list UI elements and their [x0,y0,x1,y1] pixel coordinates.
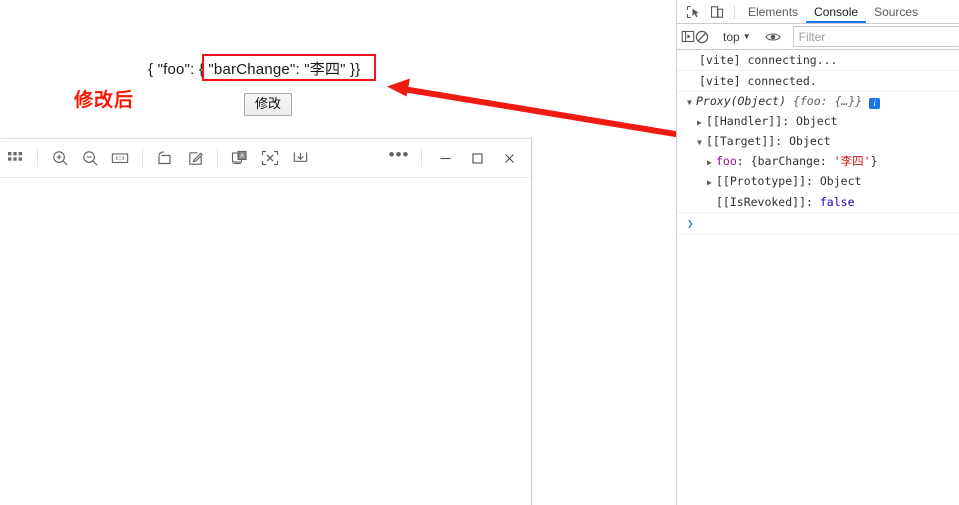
app-window: A ••• [0,138,532,505]
tree-node-value: Object [796,114,838,128]
console-filterbar: top ▼ [677,24,959,50]
json-prefix-after: { "foo": [148,61,199,78]
zoom-in-icon[interactable] [45,143,75,173]
json-highlighted-after: { "barChange": "李四" } [198,61,356,78]
disclosure-triangle-icon[interactable]: ▶ [707,156,716,170]
prompt-caret-icon: ❯ [687,217,694,230]
console-message-list: [vite] connecting... [vite] connected. ▼… [677,50,959,235]
tree-node-value: {barChange: [750,154,834,168]
zoom-out-icon[interactable] [75,143,105,173]
app-canvas-area [0,178,531,505]
console-prompt[interactable]: ❯ [677,213,959,235]
clear-console-icon[interactable] [695,26,709,48]
toolbar-separator [37,149,38,167]
console-message-text: [vite] connecting... [699,53,838,67]
tree-node-sep: : [736,154,744,168]
tree-node-value: Object [819,174,862,188]
console-message: [vite] connected. [677,71,959,92]
tree-node-value: Object [789,134,831,148]
console-tree-row[interactable]: ▶ [[Handler]]: Object [677,112,959,132]
console-sidebar-icon[interactable] [681,26,695,48]
inspect-element-icon[interactable] [681,1,705,23]
toolbar-separator [142,149,143,167]
minimize-button[interactable] [429,143,461,173]
info-icon[interactable]: i [869,98,881,109]
tree-node-label: [[Prototype]]: [716,174,813,188]
disclosure-triangle-icon[interactable]: ▼ [697,136,706,150]
actual-size-icon[interactable] [105,143,135,173]
tabbar-separator [734,4,735,19]
console-tree-row[interactable]: ▶ [[Prototype]]: Object [677,172,959,192]
live-expression-icon[interactable] [764,26,781,48]
console-message: [vite] connecting... [677,50,959,71]
translate-icon[interactable]: A [225,143,255,173]
tree-node-string-value: '李四' [833,154,871,168]
json-suffix-after: } [355,61,361,78]
tree-node-value: false [819,195,855,209]
disclosure-triangle-icon[interactable]: ▶ [707,176,716,190]
tree-node-label: [[Handler]]: [706,114,790,128]
console-message-text: [vite] connected. [699,74,817,88]
tree-node-label: [[IsRevoked]]: [716,195,813,209]
devtools-tabbar: Elements Console Sources [677,0,959,24]
svg-text:A: A [240,153,244,159]
grid-icon[interactable] [0,143,30,173]
tree-node-label: [[Target]]: [706,134,783,148]
tree-node-close: } [870,154,878,168]
execution-context-label: top [723,29,740,44]
maximize-button[interactable] [461,143,493,173]
execution-context-selector[interactable]: top ▼ [719,30,755,44]
pencil-square-icon[interactable] [180,143,210,173]
console-tree-row[interactable]: ▼ [[Target]]: Object [677,132,959,152]
more-options-button[interactable]: ••• [384,143,414,173]
disclosure-triangle-icon[interactable]: ▼ [687,96,696,110]
console-filter-input[interactable] [792,26,959,47]
close-button[interactable] [493,143,525,173]
chevron-down-icon: ▼ [742,32,751,41]
console-tree-row-foo[interactable]: ▶ foo: {barChange: '李四'} [677,152,959,172]
proxy-object-name: Proxy(Object) [696,94,787,108]
toolbar-separator [421,149,422,167]
screenshot-root: { "foo": { "barChange": "李四" }} 修改后 修改 {… [0,0,959,505]
tab-console[interactable]: Console [806,1,867,23]
console-tree-row: [[IsRevoked]]: false [677,192,959,213]
download-icon[interactable] [285,143,315,173]
tab-elements[interactable]: Elements [740,1,806,23]
browser-page-after: { "foo": { "barChange": "李四" }} 修改后 修改 [0,0,676,136]
modify-button-after[interactable]: 修改 [244,93,293,116]
annotation-label-after: 修改后 [74,90,135,111]
json-output-after: { "foo": { "barChange": "李四" }} [148,58,360,79]
crop-icon[interactable] [150,143,180,173]
tree-node-key: foo [716,154,737,168]
text-select-icon[interactable] [255,143,285,173]
devtools-panel: Elements Console Sources top ▼ Filter [v… [676,0,959,505]
disclosure-triangle-icon[interactable]: ▶ [697,116,706,130]
toolbar-separator [217,149,218,167]
app-toolbar: A ••• [0,139,531,178]
tab-sources[interactable]: Sources [866,1,926,23]
console-object-proxy[interactable]: ▼ Proxy(Object) {foo: {…}} i [677,92,959,112]
device-toolbar-icon[interactable] [705,1,729,23]
proxy-object-preview: {foo: {…}} [792,94,863,108]
